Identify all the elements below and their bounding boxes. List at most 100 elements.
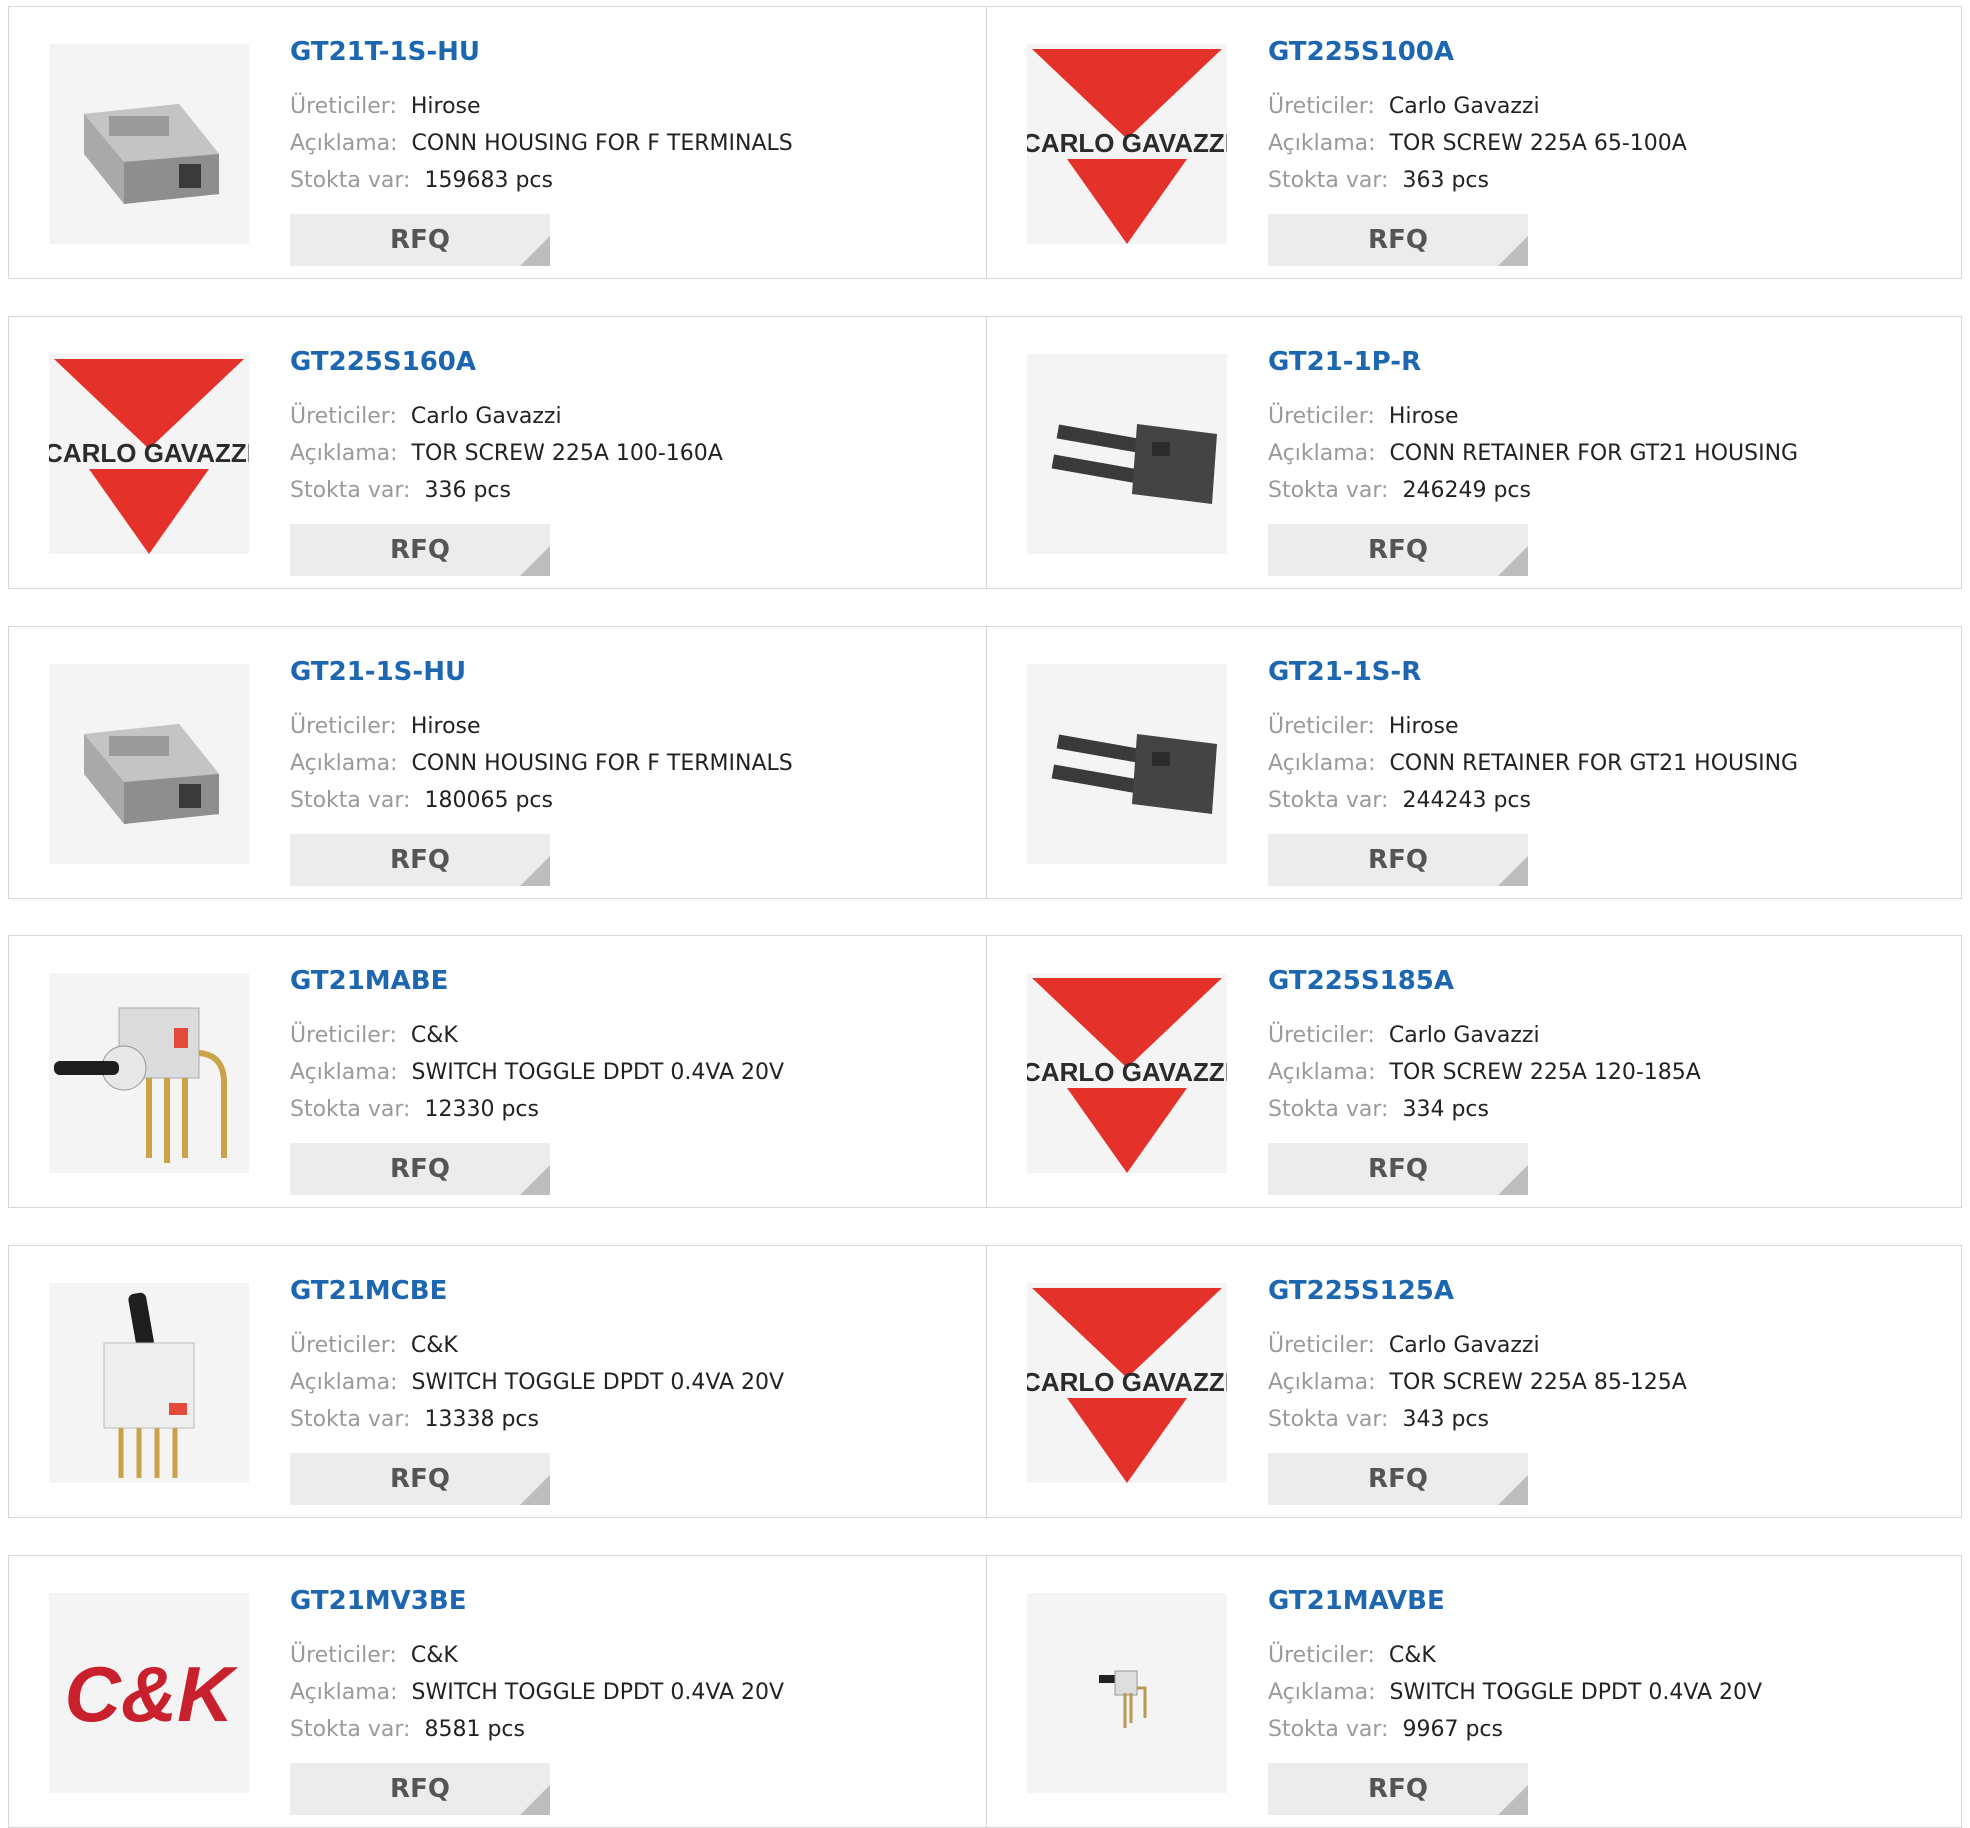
- description-value: SWITCH TOGGLE DPDT 0.4VA 20V: [411, 1680, 785, 1705]
- description-label: Açıklama:: [290, 751, 398, 776]
- rfq-corner-decoration: [1498, 546, 1528, 576]
- stock-row: Stokta var: 246249 pcs: [1268, 478, 1531, 503]
- description-row: Açıklama: SWITCH TOGGLE DPDT 0.4VA 20V: [290, 1060, 784, 1085]
- stock-value: 343 pcs: [1402, 1407, 1489, 1432]
- carlo-gavazzi-logo-text: CARLO GAVAZZI: [1027, 1057, 1227, 1087]
- retainer-icon[interactable]: [1027, 354, 1227, 554]
- retainer-icon[interactable]: [1027, 664, 1227, 864]
- rfq-button[interactable]: RFQ: [290, 1143, 550, 1195]
- product-card: GT21-1S-R Üreticiler: Hirose Açıklama: CON…: [987, 627, 1964, 898]
- manufacturer-row: Üreticiler: C&K: [1268, 1643, 1436, 1668]
- description-label: Açıklama:: [1268, 441, 1376, 466]
- product-card: GT21MABE Üreticiler: C&K Açıklama: SWITCH …: [9, 936, 986, 1207]
- toggle-switch-vertical-icon[interactable]: [49, 1283, 249, 1483]
- product-card: GT21-1P-R Üreticiler: Hirose Açıklama: CON…: [987, 317, 1964, 588]
- rfq-button[interactable]: RFQ: [1268, 524, 1528, 576]
- product-card: GT21-1S-HU Üreticiler: Hirose Açıklama: CO…: [9, 627, 986, 898]
- product-part-number-link[interactable]: GT21-1S-R: [1268, 657, 1421, 687]
- rfq-corner-decoration: [520, 856, 550, 886]
- description-value: CONN RETAINER FOR GT21 HOUSING: [1389, 441, 1799, 466]
- description-value: SWITCH TOGGLE DPDT 0.4VA 20V: [1389, 1680, 1763, 1705]
- manufacturer-value: Hirose: [1388, 404, 1459, 429]
- description-value: TOR SCREW 225A 65-100A: [1389, 131, 1687, 156]
- rfq-button[interactable]: RFQ: [1268, 1143, 1528, 1195]
- stock-label: Stokta var:: [290, 478, 411, 503]
- stock-label: Stokta var:: [1268, 788, 1389, 813]
- manufacturer-row: Üreticiler: Hirose: [290, 714, 481, 739]
- rfq-button[interactable]: RFQ: [290, 834, 550, 886]
- description-value: SWITCH TOGGLE DPDT 0.4VA 20V: [411, 1370, 785, 1395]
- manufacturer-row: Üreticiler: Carlo Gavazzi: [1268, 1333, 1540, 1358]
- rfq-button[interactable]: RFQ: [1268, 1453, 1528, 1505]
- rfq-button-label: RFQ: [1368, 1154, 1428, 1184]
- connector-housing-icon[interactable]: [49, 44, 249, 244]
- description-value: TOR SCREW 225A 85-125A: [1389, 1370, 1687, 1395]
- rfq-button[interactable]: RFQ: [290, 1453, 550, 1505]
- small-toggle-switch-icon[interactable]: [1027, 1593, 1227, 1793]
- carlo-gavazzi-logo[interactable]: CARLO GAVAZZI: [49, 354, 249, 554]
- description-value: CONN HOUSING FOR F TERMINALS: [411, 131, 793, 156]
- manufacturer-label: Üreticiler:: [290, 1333, 397, 1358]
- product-part-number-link[interactable]: GT21-1S-HU: [290, 657, 466, 687]
- stock-value: 180065 pcs: [424, 788, 553, 813]
- manufacturer-row: Üreticiler: C&K: [290, 1023, 458, 1048]
- stock-value: 9967 pcs: [1402, 1717, 1503, 1742]
- product-part-number-link[interactable]: GT21MCBE: [290, 1276, 447, 1306]
- rfq-button-label: RFQ: [390, 845, 450, 875]
- stock-row: Stokta var: 180065 pcs: [290, 788, 553, 813]
- rfq-button-label: RFQ: [1368, 225, 1428, 255]
- rfq-corner-decoration: [1498, 856, 1528, 886]
- rfq-corner-decoration: [520, 236, 550, 266]
- description-value: TOR SCREW 225A 100-160A: [411, 441, 723, 466]
- product-card: GT21MCBE Üreticiler: C&K Açıklama: SWITCH …: [9, 1246, 986, 1517]
- stock-value: 13338 pcs: [424, 1407, 539, 1432]
- rfq-button[interactable]: RFQ: [1268, 834, 1528, 886]
- toggle-switch-angled-icon[interactable]: [49, 973, 249, 1173]
- description-label: Açıklama:: [1268, 131, 1376, 156]
- product-part-number-link[interactable]: GT225S100A: [1268, 37, 1454, 67]
- manufacturer-label: Üreticiler:: [290, 714, 397, 739]
- carlo-gavazzi-logo[interactable]: CARLO GAVAZZI: [1027, 973, 1227, 1173]
- product-card: GT21MAVBE Üreticiler: C&K Açıklama: SWITCH…: [987, 1556, 1964, 1827]
- stock-label: Stokta var:: [290, 1097, 411, 1122]
- product-part-number-link[interactable]: GT21T-1S-HU: [290, 37, 480, 67]
- manufacturer-value: C&K: [410, 1643, 458, 1668]
- description-row: Açıklama: TOR SCREW 225A 85-125A: [1268, 1370, 1687, 1395]
- description-row: Açıklama: TOR SCREW 225A 100-160A: [290, 441, 723, 466]
- product-part-number-link[interactable]: GT21MABE: [290, 966, 448, 996]
- rfq-button[interactable]: RFQ: [290, 214, 550, 266]
- product-part-number-link[interactable]: GT225S160A: [290, 347, 476, 377]
- rfq-corner-decoration: [520, 546, 550, 576]
- rfq-button[interactable]: RFQ: [290, 1763, 550, 1815]
- description-value: SWITCH TOGGLE DPDT 0.4VA 20V: [411, 1060, 785, 1085]
- manufacturer-value: Carlo Gavazzi: [1388, 94, 1540, 119]
- rfq-button[interactable]: RFQ: [1268, 214, 1528, 266]
- ck-logo[interactable]: C&K: [49, 1593, 249, 1793]
- rfq-button[interactable]: RFQ: [290, 524, 550, 576]
- product-part-number-link[interactable]: GT225S125A: [1268, 1276, 1454, 1306]
- rfq-corner-decoration: [1498, 1165, 1528, 1195]
- description-row: Açıklama: CONN RETAINER FOR GT21 HOUSING: [1268, 751, 1798, 776]
- description-row: Açıklama: TOR SCREW 225A 120-185A: [1268, 1060, 1701, 1085]
- description-label: Açıklama:: [1268, 751, 1376, 776]
- rfq-button-label: RFQ: [1368, 1464, 1428, 1494]
- carlo-gavazzi-logo-text: CARLO GAVAZZI: [1027, 128, 1227, 158]
- stock-value: 363 pcs: [1402, 168, 1489, 193]
- stock-label: Stokta var:: [290, 168, 411, 193]
- rfq-button[interactable]: RFQ: [1268, 1763, 1528, 1815]
- product-part-number-link[interactable]: GT21MV3BE: [290, 1586, 466, 1616]
- carlo-gavazzi-logo[interactable]: CARLO GAVAZZI: [1027, 1283, 1227, 1483]
- stock-row: Stokta var: 159683 pcs: [290, 168, 553, 193]
- description-label: Açıklama:: [290, 441, 398, 466]
- rfq-corner-decoration: [520, 1475, 550, 1505]
- connector-housing-icon[interactable]: [49, 664, 249, 864]
- stock-label: Stokta var:: [290, 1407, 411, 1432]
- carlo-gavazzi-logo[interactable]: CARLO GAVAZZI: [1027, 44, 1227, 244]
- rfq-button-label: RFQ: [390, 1464, 450, 1494]
- product-part-number-link[interactable]: GT21-1P-R: [1268, 347, 1421, 377]
- carlo-gavazzi-logo-text: CARLO GAVAZZI: [49, 438, 249, 468]
- product-part-number-link[interactable]: GT225S185A: [1268, 966, 1454, 996]
- product-part-number-link[interactable]: GT21MAVBE: [1268, 1586, 1445, 1616]
- rfq-button-label: RFQ: [390, 225, 450, 255]
- description-label: Açıklama:: [1268, 1370, 1376, 1395]
